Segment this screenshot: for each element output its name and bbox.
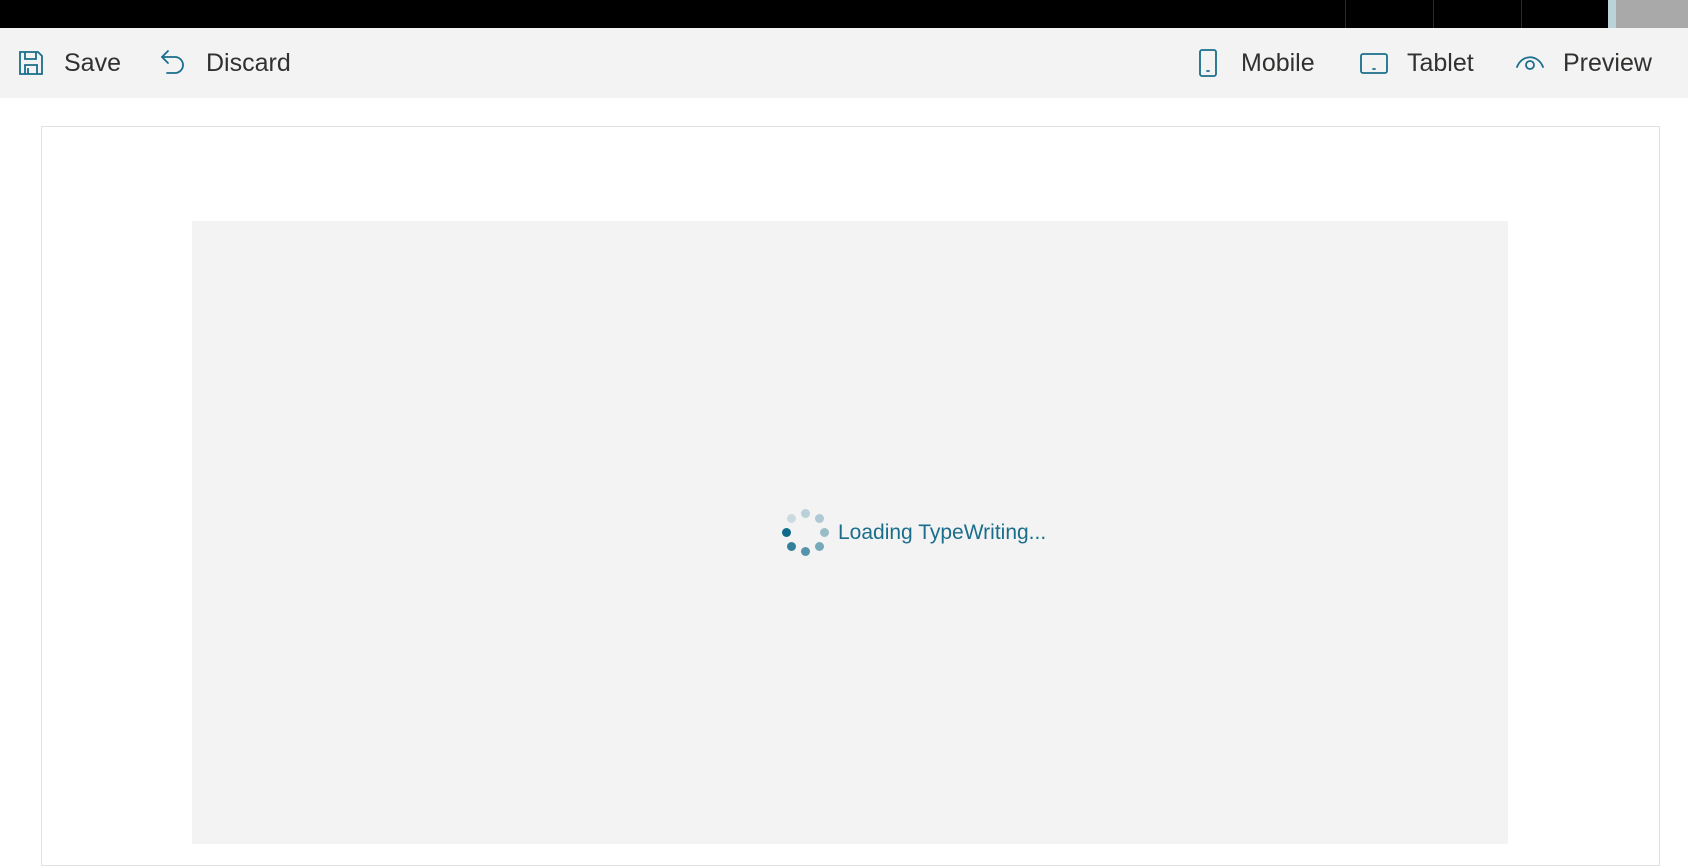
- taskbar-segment: [1521, 0, 1608, 28]
- spinner-dot: [814, 541, 824, 551]
- spinner-dot: [786, 513, 796, 523]
- spinner-dot: [800, 508, 810, 518]
- spinner-dot: [786, 541, 796, 551]
- spinner-icon: [780, 508, 830, 558]
- spinner-dot: [800, 546, 810, 556]
- spinner-dot: [814, 513, 824, 523]
- discard-label: Discard: [206, 48, 291, 77]
- tablet-label: Tablet: [1407, 48, 1474, 77]
- eye-icon: [1515, 48, 1545, 78]
- preview-label: Preview: [1563, 48, 1652, 77]
- mobile-label: Mobile: [1241, 48, 1315, 77]
- undo-icon: [158, 48, 188, 78]
- save-icon: [16, 48, 46, 78]
- loading-text: Loading TypeWriting...: [838, 521, 1047, 544]
- tablet-icon: [1359, 48, 1389, 78]
- taskbar-segment: [1345, 0, 1433, 28]
- command-toolbar: Save Discard Mobile Tablet Preview: [0, 28, 1688, 98]
- save-button[interactable]: Save: [16, 28, 121, 98]
- mobile-phone-icon: [1193, 48, 1223, 78]
- taskbar-segment: [1433, 0, 1521, 28]
- tablet-view-button[interactable]: Tablet: [1359, 28, 1474, 98]
- discard-button[interactable]: Discard: [158, 28, 291, 98]
- mobile-view-button[interactable]: Mobile: [1193, 28, 1315, 98]
- save-label: Save: [64, 48, 121, 77]
- loading-indicator: Loading TypeWriting...: [780, 508, 1046, 558]
- spinner-dot: [781, 527, 791, 537]
- spinner-dot: [819, 527, 829, 537]
- top-window-strip: [0, 0, 1688, 28]
- preview-button[interactable]: Preview: [1515, 28, 1652, 98]
- window-thumbnail[interactable]: [1608, 0, 1688, 28]
